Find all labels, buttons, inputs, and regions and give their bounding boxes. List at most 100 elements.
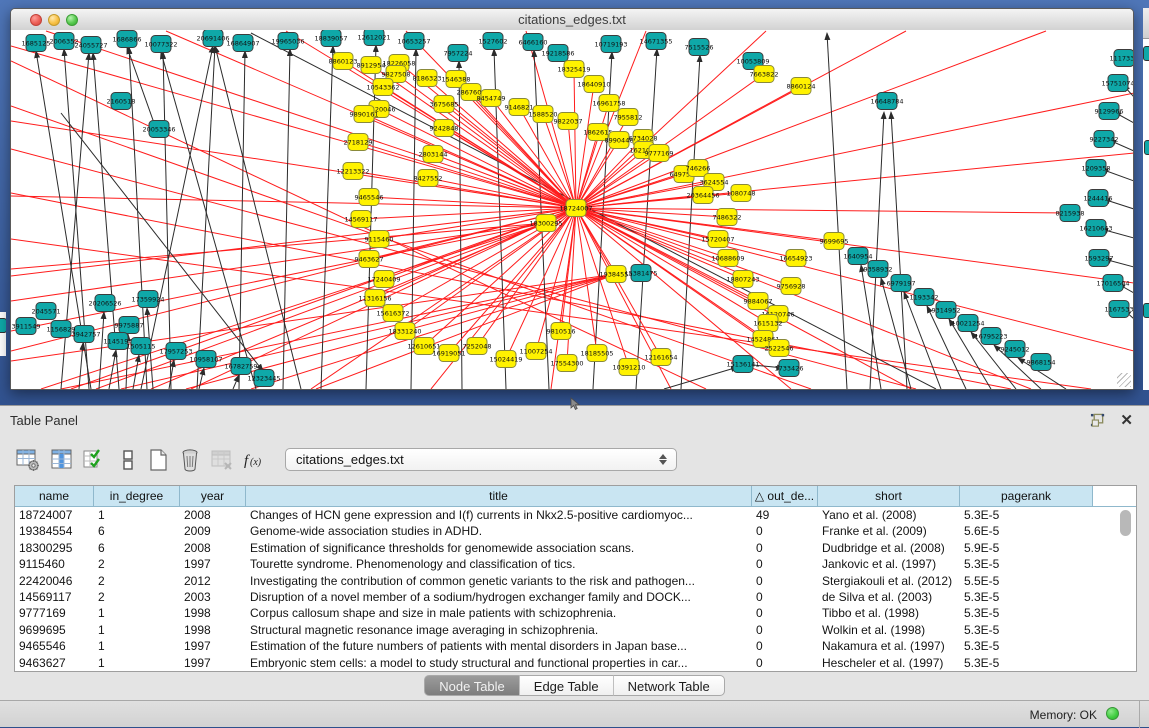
table-row[interactable]: 911546021997Tourette syndrome. Phenomeno… [15,556,1136,572]
table-row[interactable]: 1872400712008Changes of HCN gene express… [15,507,1136,523]
table-cell: Dudbridge et al. (2008) [818,540,960,556]
create-new-column-icon[interactable] [146,448,170,472]
column-header-year[interactable]: year [180,486,246,506]
graph-node-label: 2522546 [765,344,794,352]
change-table-mode-icon[interactable] [16,448,40,472]
graph-node-label: 1640954 [844,252,873,260]
table-cell: 0 [752,523,818,539]
table-cell: 18300295 [15,540,94,556]
table-row[interactable]: 977716911998Corpus callosum shape and si… [15,605,1136,621]
function-builder-icon[interactable]: f (x) [242,448,270,472]
graph-edge [133,355,139,389]
graph-node-label: 8427552 [414,174,443,182]
column-header-blank [1093,486,1136,506]
close-panel-icon[interactable]: ✕ [1120,411,1133,429]
table-row[interactable]: 2242004622012Investigating the contribut… [15,573,1136,589]
graph-node-label: 9242848 [430,124,459,132]
tab-network-table[interactable]: Network Table [614,675,725,696]
graph-node-label: 12213322 [336,167,369,175]
column-header-in-degree[interactable]: in_degree [94,486,180,506]
table-row[interactable]: 1456911722003Disruption of a novel membe… [15,589,1136,605]
tab-label: Network Table [614,679,724,694]
float-panel-icon[interactable] [1090,413,1105,428]
graph-node-label: 1080748 [727,189,756,197]
background-window-sliver-right [1143,8,1149,390]
graph-edge [576,208,768,323]
row-options-icon[interactable] [116,448,140,472]
graph-node-label: 18839057 [314,34,347,42]
window-titlebar[interactable]: citations_edges.txt [11,9,1133,31]
table-cell: 1998 [180,622,246,638]
graph-node-label: 11007254 [519,347,552,355]
select-rows-icon[interactable] [82,448,106,472]
table-row[interactable]: 1830029562008Estimation of significance … [15,540,1136,556]
graph-node-label: 11316156 [358,294,391,302]
tab-edge-table[interactable]: Edge Table [519,675,614,696]
table-cell: Estimation of significance thresholds fo… [246,540,752,556]
graph-node-label: 12161654 [644,353,677,361]
window-resize-grip[interactable] [1117,373,1131,387]
background-window-titlebar-fragment [1143,8,1149,39]
column-header-name[interactable]: name [15,486,94,506]
graph-node-label: 8912954 [357,61,386,69]
network-view-window[interactable]: citations_edges.txt 16851252006352240557… [10,8,1134,390]
graph-node-label: 746266 [686,164,711,172]
table-cell: 5.3E-5 [960,638,1093,654]
graph-node-label: 16210643 [1079,224,1112,232]
column-header-pagerank[interactable]: pagerank [960,486,1093,506]
graph-node-label: 2803144 [419,150,448,158]
table-cell: Hescheler et al. (1997) [818,655,960,671]
graph-node-label: 9822037 [554,117,583,125]
show-columns-icon[interactable] [50,448,74,472]
graph-node-label: 16919051 [432,349,465,357]
table-cell: 1 [94,507,180,523]
table-cell: 9465546 [15,638,94,654]
graph-node-label: 15136141 [726,360,759,368]
svg-text:(x): (x) [250,457,262,468]
graph-node-label: 10543362 [366,83,399,91]
graph-node-label: 8860124 [787,82,816,90]
delete-columns-icon[interactable] [178,448,202,472]
graph-node-label: 16654923 [779,254,812,262]
graph-node-label: 1209358 [1082,164,1111,172]
graph-node [1143,303,1149,318]
table-cell: Changes of HCN gene expression and I(f) … [246,507,752,523]
table-vertical-scrollbar[interactable] [1120,508,1133,668]
column-header-short[interactable]: short [818,486,960,506]
tab-label: Node Table [425,679,519,694]
table-row[interactable]: 946554611997Estimation of the future num… [15,638,1136,654]
table-selector-value: citations_edges.txt [296,452,404,467]
network-canvas[interactable]: 1685125200635224055727168686610077322206… [11,30,1133,389]
column-header-title[interactable]: title [246,486,752,506]
graph-node-label: 9756928 [777,282,806,290]
graph-edge [881,278,911,389]
citation-network-graph[interactable]: 1685125200635224055727168686610077322206… [11,30,1133,389]
table-row[interactable]: 969969511998Structural magnetic resonanc… [15,622,1136,638]
graph-node-label: 16782759 [224,362,257,370]
tab-node-table[interactable]: Node Table [424,675,519,696]
delete-table-icon[interactable] [210,448,234,472]
table-row[interactable]: 946362711997Embryonic stem cells: a mode… [15,655,1136,671]
graph-node-label: 9115460 [365,235,394,243]
table-cell: 1997 [180,655,246,671]
graph-edge [576,150,644,208]
scrollbar-thumb[interactable] [1120,510,1131,536]
graph-node-label: 14671355 [639,37,672,45]
graph-node-label: 19384554 [599,270,632,278]
graph-node-label: 19965036 [271,37,304,45]
graph-node-label: 2160518 [107,97,136,105]
table-cell: 0 [752,605,818,621]
table-cell: Jankovic et al. (1997) [818,556,960,572]
dropdown-stepper-icon [659,453,668,467]
table-selector-dropdown[interactable]: citations_edges.txt [285,448,677,471]
table-cell: 18724007 [15,507,94,523]
mouse-cursor [570,397,581,411]
graph-edge [870,112,884,389]
node-attribute-table: namein_degreeyeartitle△ out_de...shortpa… [14,485,1137,672]
memory-status-indicator-icon[interactable] [1106,707,1119,720]
graph-node-label: 10719193 [594,40,627,48]
table-toolbar: f (x) citations_edges.txt [0,444,1149,476]
table-cell: 49 [752,507,818,523]
table-row[interactable]: 1938455462009Genome-wide association stu… [15,523,1136,539]
column-header-out-de-[interactable]: △ out_de... [752,486,818,506]
